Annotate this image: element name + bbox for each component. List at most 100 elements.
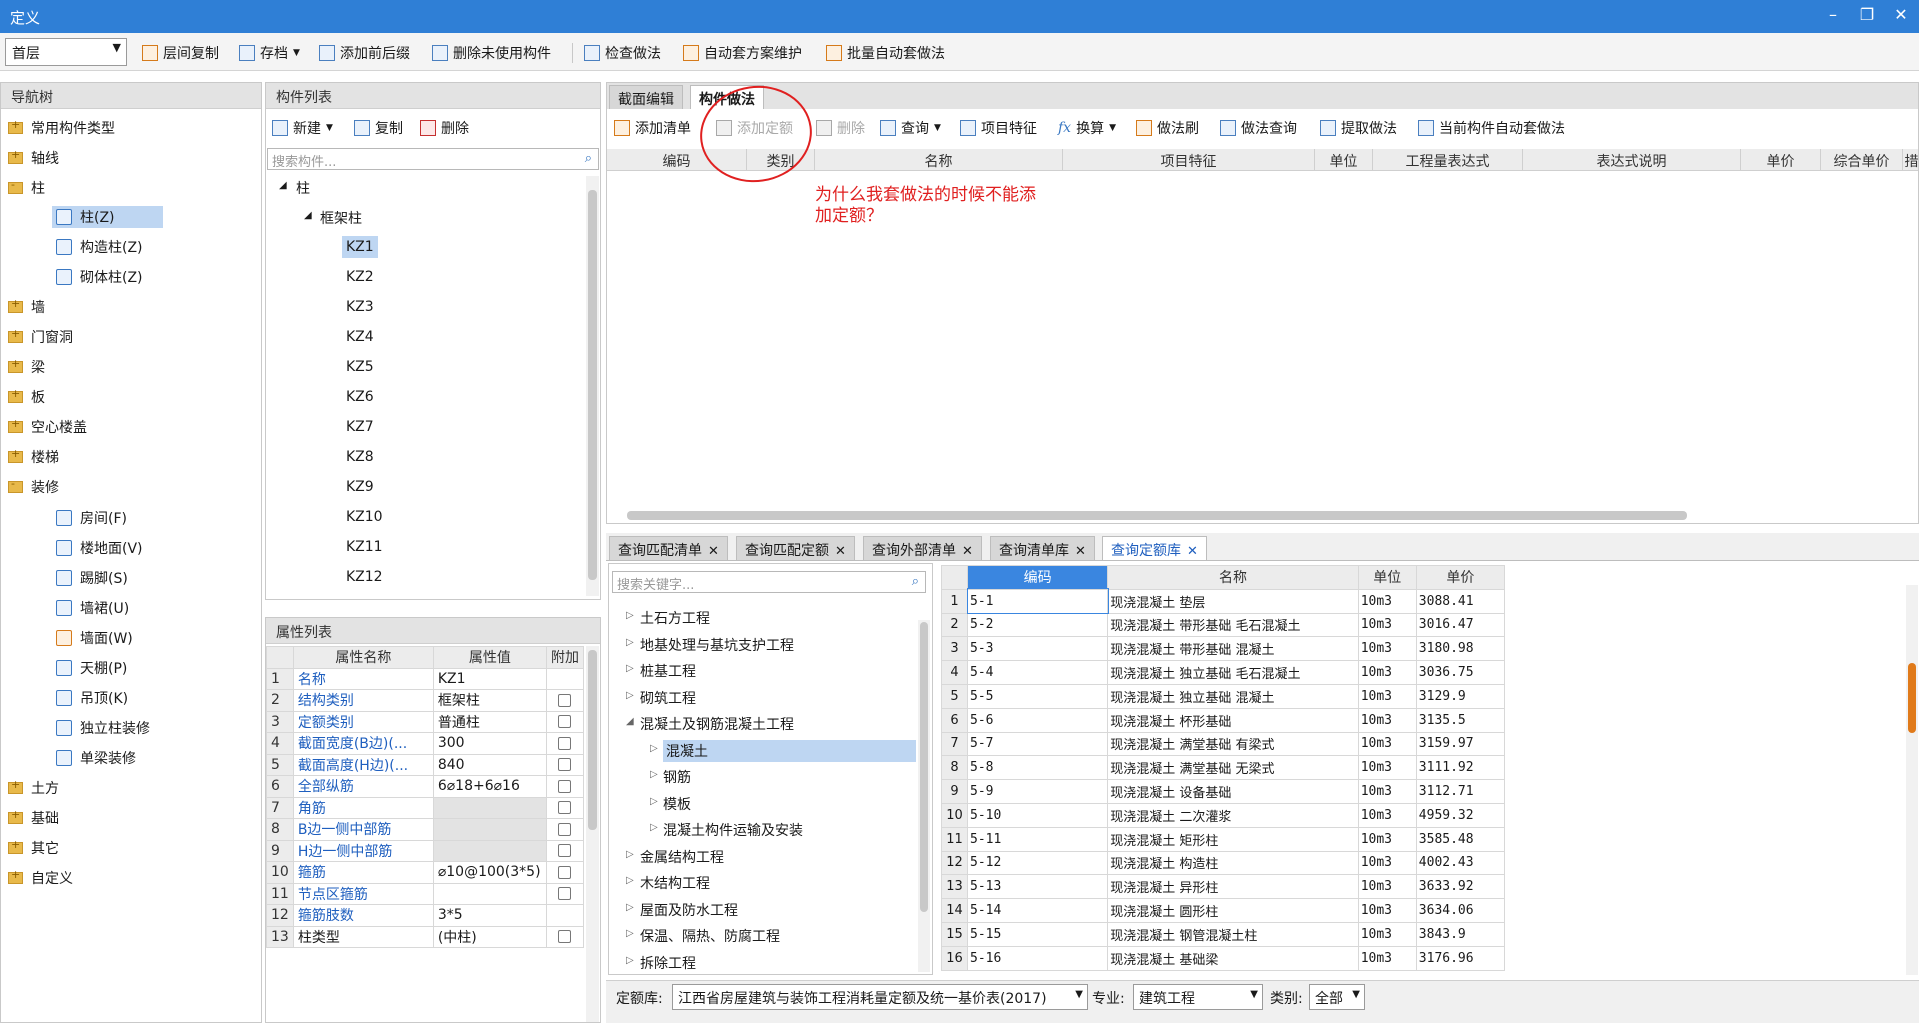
quota-tree-item[interactable]: 拆除工程 (640, 953, 696, 973)
nav-item-wall-surface[interactable]: 墙面(W) (56, 627, 133, 649)
property-value[interactable]: KZ1 (432, 667, 547, 690)
nav-item-column-decoration[interactable]: 独立柱装修 (56, 717, 150, 739)
expand-arrow-icon[interactable]: ▷ (626, 637, 634, 648)
property-row[interactable]: 8 B边一侧中部筋 (266, 818, 585, 841)
component-item[interactable]: KZ7 (342, 416, 378, 438)
tree-group-frame-column[interactable]: 框架柱 (320, 208, 362, 228)
nav-item-hollow-floor[interactable]: 空心楼盖 (8, 416, 87, 438)
nav-item-custom[interactable]: 自定义 (8, 867, 73, 889)
property-row[interactable]: 7 角筋 (266, 796, 585, 819)
component-item[interactable]: KZ12 (342, 566, 383, 588)
quota-row[interactable]: 11 5-11 现浇混凝土 矩形柱 10m3 3585.48 (940, 826, 1506, 852)
quota-row[interactable]: 6 5-6 现浇混凝土 杯形基础 10m3 3135.5 (940, 707, 1506, 733)
property-row[interactable]: 11 节点区箍筋 (266, 882, 585, 905)
close-button[interactable]: ✕ (1888, 5, 1914, 24)
extra-checkbox[interactable] (558, 887, 572, 901)
component-scrollbar[interactable] (586, 176, 599, 596)
property-value[interactable]: ⌀10@100(3*5) (432, 861, 547, 884)
floor-select[interactable]: 首层 ▼ (5, 38, 127, 66)
add-list-button[interactable]: 添加清单 (614, 117, 691, 139)
minimize-button[interactable]: – (1820, 5, 1846, 24)
auto-scheme-button[interactable]: 自动套方案维护 (683, 42, 802, 64)
expand-arrow-icon[interactable]: ▷ (626, 610, 634, 621)
quota-row[interactable]: 16 5-16 现浇混凝土 基础梁 10m3 3176.96 (940, 945, 1506, 971)
nav-item-stairs[interactable]: 楼梯 (8, 446, 59, 468)
nav-item-decoration[interactable]: 装修 (8, 476, 59, 498)
property-value[interactable]: 840 (432, 753, 547, 776)
category-select[interactable]: 全部 ▼ (1309, 984, 1365, 1010)
property-value[interactable] (432, 839, 547, 862)
extract-method-button[interactable]: 提取做法 (1320, 117, 1397, 139)
quota-tree-item[interactable]: 屋面及防水工程 (640, 900, 738, 920)
conversion-button[interactable]: fx 换算 ▼ (1058, 117, 1116, 139)
property-row[interactable]: 10 箍筋 ⌀10@100(3*5) (266, 861, 585, 884)
quota-tree-item[interactable]: 土石方工程 (640, 608, 710, 628)
col-composite-price[interactable]: 综合单价 (1821, 149, 1903, 171)
property-row[interactable]: 13 柱类型 (中柱) (266, 925, 585, 948)
quota-tree-item[interactable]: 金属结构工程 (640, 847, 724, 867)
extra-checkbox[interactable] (558, 758, 572, 772)
col-quantity-expression[interactable]: 工程量表达式 (1373, 149, 1523, 171)
collapse-arrow-icon[interactable]: ◢ (279, 180, 287, 191)
nav-item-wall[interactable]: 墙 (8, 296, 45, 318)
nav-item-foundation[interactable]: 基础 (8, 807, 59, 829)
quota-row[interactable]: 8 5-8 现浇混凝土 满堂基础 无梁式 10m3 3111.92 (940, 755, 1506, 781)
header-name[interactable]: 名称 (1107, 565, 1359, 590)
delete-component-button[interactable]: 删除 (420, 117, 469, 139)
tab-match-quota[interactable]: 查询匹配定额 ✕ (736, 536, 855, 560)
extra-checkbox[interactable] (558, 693, 572, 707)
nav-item-openings[interactable]: 门窗洞 (8, 326, 73, 348)
extra-checkbox[interactable] (558, 844, 572, 858)
tab-quota-library[interactable]: 查询定额库 ✕ (1102, 536, 1207, 560)
expand-arrow-icon[interactable]: ▷ (626, 902, 634, 913)
nav-item-beam[interactable]: 梁 (8, 356, 45, 378)
close-icon[interactable]: ✕ (835, 544, 846, 559)
col-expression-note[interactable]: 表达式说明 (1523, 149, 1741, 171)
expand-arrow-icon[interactable]: ▷ (626, 663, 634, 674)
quota-library-select[interactable]: 江西省房屋建筑与装饰工程消耗量定额及统一基价表(2017) ▼ (672, 984, 1088, 1010)
nav-item-other[interactable]: 其它 (8, 837, 59, 859)
property-value[interactable]: 框架柱 (432, 689, 547, 712)
component-item[interactable]: KZ8 (342, 446, 378, 468)
nav-item-common[interactable]: 常用构件类型 (8, 117, 115, 139)
delete-method-button[interactable]: 删除 (816, 117, 865, 139)
nav-item-construct-column[interactable]: 构造柱(Z) (56, 236, 143, 258)
copy-between-floors-button[interactable]: 层间复制 (142, 42, 219, 64)
quota-row[interactable]: 4 5-4 现浇混凝土 独立基础 毛石混凝土 10m3 3036.75 (940, 660, 1506, 685)
quota-row[interactable]: 3 5-3 现浇混凝土 带形基础 混凝土 10m3 3180.98 (940, 636, 1506, 662)
check-method-button[interactable]: 检查做法 (584, 42, 661, 64)
component-item[interactable]: KZ9 (342, 476, 378, 498)
col-unit-price[interactable]: 单价 (1741, 149, 1821, 171)
collapse-arrow-icon[interactable]: ◢ (304, 210, 312, 221)
property-row[interactable]: 3 定额类别 普通柱 (266, 710, 585, 733)
quota-row[interactable]: 2 5-2 现浇混凝土 带形基础 毛石混凝土 10m3 3016.47 (940, 612, 1506, 638)
tab-section-edit[interactable]: 截面编辑 (609, 85, 683, 109)
nav-item-dado[interactable]: 墙裙(U) (56, 597, 129, 619)
quota-table-scrollbar[interactable] (1906, 585, 1918, 975)
property-value[interactable]: 300 (432, 732, 547, 755)
nav-item-beam-decoration[interactable]: 单梁装修 (56, 747, 136, 769)
quota-tree-item[interactable]: 木结构工程 (640, 873, 710, 893)
expand-arrow-icon[interactable]: ▷ (650, 743, 658, 754)
quota-row[interactable]: 9 5-9 现浇混凝土 设备基础 10m3 3112.71 (940, 779, 1506, 804)
query-button[interactable]: 查询 ▼ (880, 117, 941, 139)
quota-row[interactable]: 7 5-7 现浇混凝土 满堂基础 有梁式 10m3 3159.97 (940, 731, 1506, 757)
property-row[interactable]: 5 截面高度(H边)(... 840 (266, 753, 585, 776)
component-item[interactable]: KZ2 (342, 266, 378, 288)
method-hscrollbar[interactable] (627, 511, 1687, 520)
item-feature-button[interactable]: 项目特征 (960, 117, 1037, 139)
quota-tree-item[interactable]: 混凝土 (663, 739, 916, 762)
quota-row[interactable]: 14 5-14 现浇混凝土 圆形柱 10m3 3634.06 (940, 898, 1506, 923)
expand-arrow-icon[interactable]: ▷ (626, 955, 634, 966)
component-item[interactable]: KZ1 (342, 236, 378, 258)
tab-match-list[interactable]: 查询匹配清单 ✕ (609, 536, 728, 560)
nav-item-skirting[interactable]: 踢脚(S) (56, 567, 128, 589)
expand-arrow-icon[interactable]: ▷ (650, 796, 658, 807)
close-icon[interactable]: ✕ (708, 544, 719, 559)
extra-checkbox[interactable] (558, 930, 572, 944)
tab-list-library[interactable]: 查询清单库 ✕ (990, 536, 1095, 560)
tree-root-column[interactable]: 柱 (296, 178, 310, 198)
quota-row[interactable]: 5 5-5 现浇混凝土 独立基础 混凝土 10m3 3129.9 (940, 683, 1506, 709)
quota-tree-item[interactable]: 桩基工程 (640, 661, 696, 681)
quota-row[interactable]: 13 5-13 现浇混凝土 异形柱 10m3 3633.92 (940, 874, 1506, 900)
